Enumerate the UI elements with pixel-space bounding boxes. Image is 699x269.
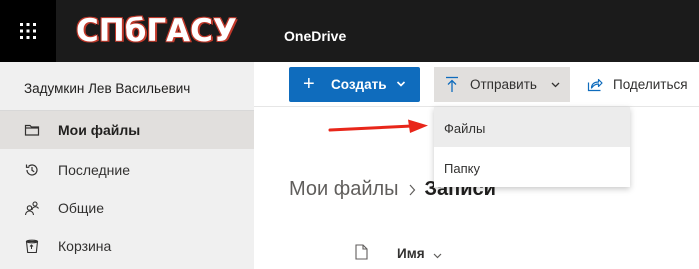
menu-item-label: Папку	[444, 161, 480, 176]
sidebar-item-label: Последние	[58, 162, 131, 178]
sidebar-item-my-files[interactable]: Мои файлы	[0, 111, 254, 149]
folder-icon	[24, 124, 40, 136]
org-logo[interactable]: СПбГАСУ	[76, 13, 237, 49]
upload-button[interactable]: Отправить	[434, 67, 570, 102]
menu-item-label: Файлы	[444, 121, 486, 136]
top-bar: СПбГАСУ OneDrive	[0, 0, 699, 62]
upload-menu-item-folder[interactable]: Папку	[434, 147, 630, 187]
create-button[interactable]: + Создать	[289, 67, 420, 102]
create-button-label: Создать	[331, 77, 387, 92]
upload-button-label: Отправить	[470, 77, 537, 92]
share-button[interactable]: Поделиться	[580, 67, 699, 102]
breadcrumb-parent[interactable]: Мои файлы	[289, 178, 399, 201]
app-title[interactable]: OneDrive	[284, 28, 346, 44]
user-name: Задумкин Лев Васильевич	[24, 81, 191, 96]
chevron-down-icon	[396, 81, 406, 87]
file-type-icon[interactable]	[355, 244, 368, 260]
sidebar-item-label: Мои файлы	[58, 122, 141, 138]
chevron-down-icon[interactable]	[433, 251, 442, 260]
history-icon	[25, 164, 38, 176]
waffle-icon	[20, 23, 36, 39]
annotation-arrow-icon	[328, 119, 428, 133]
column-header-name[interactable]: Имя	[397, 246, 425, 261]
sidebar-item-shared[interactable]: Общие	[0, 189, 254, 227]
plus-icon: +	[303, 73, 315, 95]
sidebar-item-recycle-bin[interactable]: Корзина	[0, 227, 254, 265]
sidebar-item-label: Корзина	[58, 238, 112, 254]
upload-menu: Файлы Папку	[434, 107, 630, 187]
sidebar-item-label: Общие	[58, 200, 105, 216]
upload-menu-item-files[interactable]: Файлы	[434, 107, 630, 147]
chevron-down-icon	[551, 82, 560, 88]
sidebar-item-recent[interactable]: Последние	[0, 151, 254, 189]
people-icon	[24, 201, 39, 216]
share-button-label: Поделиться	[613, 77, 688, 92]
app-launcher-button[interactable]	[0, 0, 56, 62]
chevron-right-icon	[409, 184, 415, 195]
upload-icon	[446, 76, 458, 92]
recycle-bin-icon	[25, 239, 39, 254]
sidebar: Задумкин Лев Васильевич Мои файлы Послед…	[0, 62, 254, 269]
share-icon	[587, 78, 603, 92]
